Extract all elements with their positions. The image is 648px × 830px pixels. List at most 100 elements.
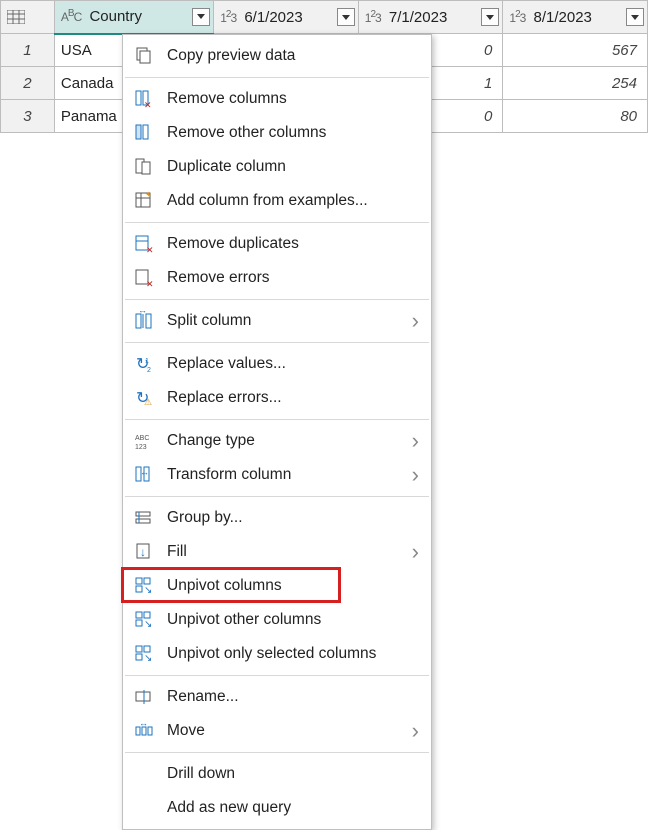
move-icon: ↔: [133, 720, 155, 742]
menu-item-duplicate-column[interactable]: Duplicate column: [123, 150, 431, 184]
row-number: 1: [1, 34, 55, 67]
copy-icon: [134, 46, 154, 66]
unpivot-other-columns-icon: ↘: [133, 609, 155, 631]
duplicate-column-icon: [133, 156, 155, 178]
svg-text:↔: ↔: [139, 721, 148, 728]
svg-text:2: 2: [147, 367, 151, 374]
menu-item-unpivot-columns[interactable]: ↘ Unpivot columns: [123, 569, 431, 603]
chevron-right-icon: ›: [412, 308, 419, 334]
blank-icon: [133, 763, 155, 785]
svg-text:✕: ✕: [146, 245, 154, 254]
menu-separator: [125, 419, 429, 420]
remove-other-columns-icon: [134, 123, 154, 143]
transform-column-icon: ↔: [133, 464, 155, 486]
column-header-6-1-2023[interactable]: 123 6/1/2023: [214, 1, 359, 34]
remove-duplicates-icon: ✕: [133, 233, 155, 255]
chevron-down-icon: [486, 15, 494, 20]
menu-item-change-type[interactable]: ABC 123 Change type ›: [123, 424, 431, 458]
menu-separator: [125, 675, 429, 676]
remove-columns-icon: ✕: [134, 89, 154, 109]
menu-item-move[interactable]: ↔Move›: [123, 714, 431, 748]
chevron-right-icon: ›: [412, 428, 419, 454]
remove-columns-icon: ✕: [133, 88, 155, 110]
chevron-down-icon: [631, 15, 639, 20]
menu-item-add-column-from-examples[interactable]: ✦ Add column from examples...: [123, 184, 431, 218]
menu-separator: [125, 77, 429, 78]
menu-item-label: Add column from examples...: [167, 192, 419, 210]
menu-item-drill-down[interactable]: Drill down: [123, 757, 431, 791]
menu-item-label: Remove other columns: [167, 124, 419, 142]
row-number: 2: [1, 67, 55, 100]
fill-icon: ↓: [133, 541, 155, 563]
menu-item-replace-errors[interactable]: ↻⚠ Replace errors...: [123, 381, 431, 415]
svg-text:✦: ✦: [145, 191, 152, 199]
type-text-icon: ABC: [61, 10, 81, 24]
menu-item-split-column[interactable]: ↔Split column›: [123, 304, 431, 338]
menu-item-label: Drill down: [167, 765, 419, 783]
remove-errors-icon: ✕: [133, 267, 155, 289]
split-column-icon: ↔: [133, 310, 155, 332]
cell-value[interactable]: 80: [503, 100, 648, 133]
menu-item-copy-preview-data[interactable]: Copy preview data: [123, 39, 431, 73]
blank-icon: [133, 797, 155, 819]
menu-item-label: Group by...: [167, 509, 419, 527]
column-label: 6/1/2023: [244, 9, 302, 26]
menu-item-replace-values[interactable]: ↻12Replace values...: [123, 347, 431, 381]
menu-separator: [125, 496, 429, 497]
menu-item-label: Transform column: [167, 466, 400, 484]
remove-errors-icon: ✕: [134, 268, 154, 288]
svg-text:✕: ✕: [146, 279, 154, 288]
menu-item-fill[interactable]: ↓Fill›: [123, 535, 431, 569]
menu-separator: [125, 752, 429, 753]
chevron-right-icon: ›: [412, 462, 419, 488]
column-label: Country: [89, 8, 142, 25]
add-column-examples-icon: ✦: [133, 190, 155, 212]
column-filter-button[interactable]: [192, 8, 210, 26]
menu-item-label: Remove columns: [167, 90, 419, 108]
column-header-7-1-2023[interactable]: 123 7/1/2023: [358, 1, 503, 34]
menu-item-unpivot-only-selected-columns[interactable]: ↘Unpivot only selected columns: [123, 637, 431, 671]
unpivot-columns-icon: ↘: [134, 576, 154, 596]
unpivot-columns-icon: ↘: [133, 575, 155, 597]
cell-value[interactable]: 254: [503, 67, 648, 100]
menu-item-label: Change type: [167, 432, 400, 450]
svg-text:⚠: ⚠: [144, 397, 152, 407]
svg-text:1: 1: [145, 358, 149, 365]
menu-item-remove-columns[interactable]: ✕ Remove columns: [123, 82, 431, 116]
column-header-country[interactable]: ABC Country: [54, 1, 213, 34]
menu-item-label: Rename...: [167, 688, 419, 706]
column-header-8-1-2023[interactable]: 123 8/1/2023: [503, 1, 648, 34]
menu-item-remove-duplicates[interactable]: ✕Remove duplicates: [123, 227, 431, 261]
menu-item-rename[interactable]: Rename...: [123, 680, 431, 714]
svg-text:123: 123: [135, 444, 147, 451]
fill-icon: ↓: [134, 542, 154, 562]
row-number: 3: [1, 100, 55, 133]
menu-separator: [125, 342, 429, 343]
menu-item-transform-column[interactable]: ↔ Transform column ›: [123, 458, 431, 492]
column-filter-button[interactable]: [481, 8, 499, 26]
column-label: 7/1/2023: [389, 9, 447, 26]
rename-icon: [133, 686, 155, 708]
menu-item-label: Copy preview data: [167, 47, 419, 65]
replace-errors-icon: ↻⚠: [134, 388, 154, 408]
replace-errors-icon: ↻⚠: [133, 387, 155, 409]
rename-icon: [134, 687, 154, 707]
menu-item-label: Unpivot only selected columns: [167, 645, 419, 663]
menu-item-label: Unpivot columns: [167, 577, 419, 595]
column-filter-button[interactable]: [337, 8, 355, 26]
select-all-corner[interactable]: [1, 1, 55, 34]
menu-item-unpivot-other-columns[interactable]: ↘Unpivot other columns: [123, 603, 431, 637]
column-filter-button[interactable]: [626, 8, 644, 26]
replace-values-icon: ↻12: [134, 354, 154, 374]
change-type-icon: ABC 123: [133, 430, 155, 452]
chevron-right-icon: ›: [412, 718, 419, 744]
svg-text:ABC: ABC: [135, 435, 149, 442]
menu-item-group-by[interactable]: Group by...: [123, 501, 431, 535]
svg-text:✕: ✕: [144, 100, 152, 109]
menu-item-remove-other-columns[interactable]: Remove other columns: [123, 116, 431, 150]
menu-item-remove-errors[interactable]: ✕Remove errors: [123, 261, 431, 295]
menu-item-add-as-new-query[interactable]: Add as new query: [123, 791, 431, 825]
cell-value[interactable]: 567: [503, 34, 648, 67]
menu-item-label: Replace errors...: [167, 389, 419, 407]
unpivot-other-columns-icon: ↘: [134, 610, 154, 630]
